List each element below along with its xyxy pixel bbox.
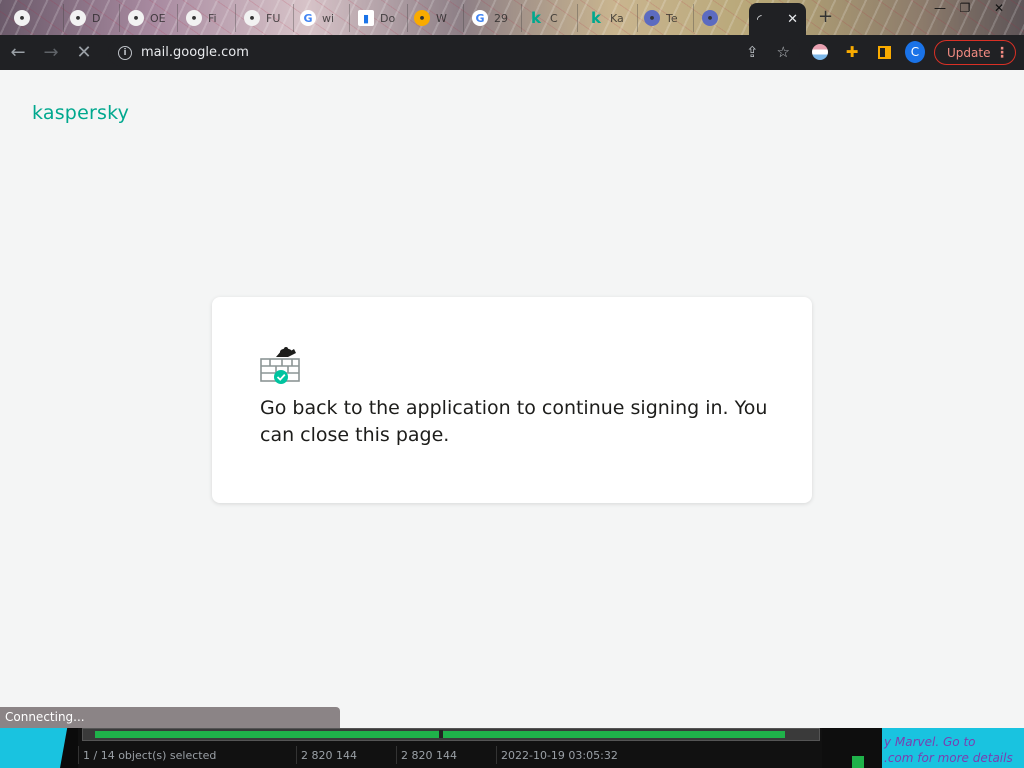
app-icon: • (702, 10, 718, 26)
tab-4[interactable]: • FU (236, 4, 294, 32)
bookmark-star-icon[interactable]: ☆ (777, 43, 790, 61)
marquee-line-1: y Marvel. Go to (884, 735, 976, 749)
marquee-panel: y Marvel. Go to .com for more details (882, 728, 1024, 768)
extensions-puzzle-icon[interactable]: ✚ (842, 42, 862, 62)
tab-2[interactable]: • OE (120, 4, 178, 32)
tab-10[interactable]: k Ka (580, 4, 638, 32)
profile-avatar[interactable]: C (905, 41, 925, 63)
browser-toolbar: ← → ✕ i mail.google.com ⇪ ☆ (0, 35, 1024, 70)
back-button[interactable]: ← (3, 38, 33, 68)
info-icon[interactable]: i (118, 45, 132, 60)
size-cell-2: 2 820 144 (396, 746, 496, 764)
active-tab[interactable]: ◜ ✕ (749, 3, 806, 35)
update-label: Update (947, 45, 991, 60)
app-icon: • (244, 10, 260, 26)
tab-label: Te (666, 11, 678, 25)
firewall-check-icon (260, 347, 300, 384)
tab-label: 29 (494, 11, 508, 25)
close-window-button[interactable]: ✕ (984, 0, 1014, 16)
update-button[interactable]: Update ⋮ (934, 40, 1016, 65)
tab-9[interactable]: kC (520, 4, 578, 32)
stop-loading-icon: ✕ (76, 42, 92, 63)
doc-icon: ▮ (358, 10, 374, 26)
tab-label: wi (322, 11, 335, 25)
close-tab-icon[interactable]: ✕ (787, 12, 798, 27)
size-cell-1: 2 820 144 (296, 746, 396, 764)
app-icon: • (414, 10, 430, 26)
tab-strip: • • D • OE • Fi • FU Gwi ▮ Do • W G 29 k Ck Ka • Te • ◜ ✕ + —… (0, 0, 1024, 35)
tab-label: W (436, 11, 447, 25)
taskbar-middle (822, 728, 882, 768)
kaspersky-icon: k (531, 9, 541, 27)
datetime-cell: 2022-10-19 03:05:32 (496, 746, 676, 764)
tab-8[interactable]: G 29 (464, 4, 522, 32)
tab-7[interactable]: • W (406, 4, 464, 32)
scroll-track[interactable] (82, 728, 820, 741)
app-icon: • (128, 10, 144, 26)
kaspersky-logo: kaspersky (32, 102, 130, 124)
loading-icon: ◜ (757, 12, 762, 26)
selection-count: 1 / 14 object(s) selected (78, 746, 296, 764)
app-icon: • (644, 10, 660, 26)
tab-label: Ka (610, 11, 624, 25)
marquee-line-2: .com for more details (884, 751, 1013, 765)
status-bubble: Connecting... (0, 707, 340, 728)
app-icon: • (186, 10, 202, 26)
tab-label: OE (150, 11, 166, 25)
tab-3[interactable]: • Fi (178, 4, 236, 32)
card-message: Go back to the application to continue s… (260, 397, 768, 446)
tab-5[interactable]: Gwi (292, 4, 350, 32)
url-text: mail.google.com (141, 45, 249, 60)
app-icon: • (70, 10, 86, 26)
new-tab-button[interactable]: + (818, 6, 833, 27)
share-icon[interactable]: ⇪ (746, 43, 759, 61)
arrow-right-icon: → (43, 42, 59, 63)
taskbar-left-panel (0, 728, 78, 768)
kaspersky-icon: k (591, 9, 601, 27)
tab-6[interactable]: ▮ Do (350, 4, 408, 32)
tab-11[interactable]: • Te (636, 4, 694, 32)
side-panel-icon[interactable] (874, 42, 894, 62)
google-icon: G (472, 10, 488, 26)
tab-12[interactable]: • (694, 4, 752, 32)
extension-flag-icon[interactable] (810, 42, 830, 62)
scroll-thumb[interactable] (439, 730, 443, 738)
tab-1[interactable]: • D (62, 4, 120, 32)
tab-label: FU (266, 11, 281, 25)
tab-0[interactable]: • (6, 4, 64, 32)
menu-dots-icon: ⋮ (995, 44, 1009, 61)
tab-label: C (550, 11, 558, 25)
google-icon: G (300, 10, 316, 26)
forward-button[interactable]: → (36, 38, 66, 68)
page-content: kaspersky Go back to the application to … (0, 70, 1024, 728)
message-card: Go back to the application to continue s… (212, 297, 812, 503)
file-status-row: 1 / 14 object(s) selected 2 820 144 2 82… (78, 745, 676, 765)
maximize-button[interactable]: ❐ (950, 0, 980, 16)
arrow-left-icon: ← (10, 42, 26, 63)
address-bar[interactable]: i mail.google.com ⇪ ☆ (108, 39, 800, 66)
taskbar: 1 / 14 object(s) selected 2 820 144 2 82… (0, 728, 1024, 768)
tab-label: Do (380, 11, 396, 25)
tab-label: Fi (208, 11, 217, 25)
app-icon: • (14, 10, 30, 26)
tab-label: D (92, 11, 101, 25)
stop-button[interactable]: ✕ (69, 38, 99, 68)
